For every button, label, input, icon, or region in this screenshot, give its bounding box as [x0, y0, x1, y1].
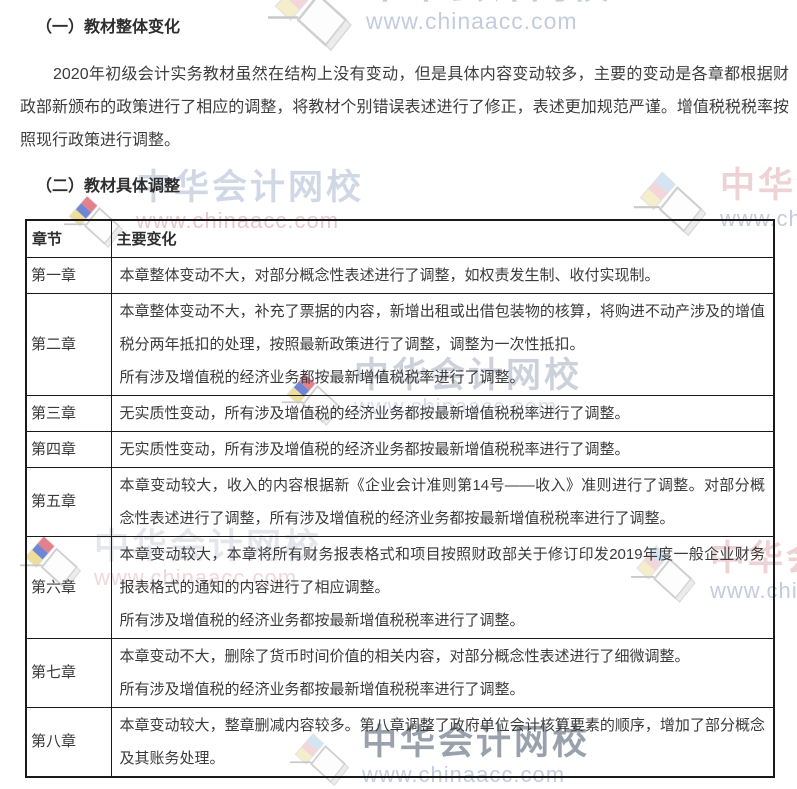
change-text: 所有涉及增值税的经济业务都按最新增值税税率进行了调整。: [119, 368, 525, 386]
chapter-cell: 第三章: [25, 394, 112, 432]
change-text: 无实质性变动，所有涉及增值税的经济业务都按最新增值税税率进行了调整。: [119, 404, 630, 422]
section2-title: （二）教材具体调整: [36, 178, 181, 195]
chapter-cell: 第七章: [25, 637, 112, 708]
table-header-row: 章节 主要变化: [25, 219, 775, 258]
document-page: { "colors": { "text": "#3b3b3b", "table_…: [0, 0, 797, 787]
intro-paragraph: 2020年初级会计实务教材虽然在结构上没有变动，但是具体内容变动较多，主要的变动…: [20, 66, 789, 149]
chapter-cell: 第五章: [25, 466, 112, 537]
changes-cell: 本章整体变动不大，对部分概念性表述进行了调整，如权责发生制、收付实现制。: [110, 256, 775, 294]
changes-cell: 本章整体变动不大，补充了票据的内容，新增出租或出借包装物的核算，将购进不动产涉及…: [110, 292, 775, 396]
chapter-changes-table: 章节 主要变化 第一章 本章整体变动不大，对部分概念性表述进行了调整，如权责发生…: [25, 219, 775, 778]
chapter-cell: 第一章: [25, 256, 112, 294]
table-row: 第三章 无实质性变动，所有涉及增值税的经济业务都按最新增值税税率进行了调整。: [25, 394, 775, 432]
changes-cell: 本章变动不大，删除了货币时间价值的相关内容，对部分概念性表述进行了细微调整。 所…: [110, 637, 775, 708]
chapter-cell: 第四章: [25, 430, 112, 468]
header-changes: 主要变化: [110, 219, 775, 258]
change-text: 所有涉及增值税的经济业务都按最新增值税税率进行了调整。: [119, 680, 525, 698]
chapter-cell: 第八章: [25, 706, 112, 777]
table-row: 第六章 本章变动较大，本章将所有财务报表格式和项目按照财政部关于修订印发2019…: [25, 535, 775, 639]
changes-cell: 本章变动较大，整章删减内容较多。第八章调整了政府单位会计核算要素的顺序，增加了部…: [110, 706, 775, 777]
section1-title: （一）教材整体变化: [36, 19, 181, 36]
changes-cell: 本章变动较大，本章将所有财务报表格式和项目按照财政部关于修订印发2019年度一般…: [110, 535, 775, 639]
change-text: 本章变动较大，收入的内容根据新《企业会计准则第14号——收入》准则进行了调整。对…: [119, 476, 766, 527]
document-content: （一）教材整体变化 2020年初级会计实务教材虽然在结构上没有变动，但是具体内容…: [0, 0, 797, 778]
table-row: 第七章 本章变动不大，删除了货币时间价值的相关内容，对部分概念性表述进行了细微调…: [25, 637, 775, 708]
changes-cell: 无实质性变动，所有涉及增值税的经济业务都按最新增值税税率进行了调整。: [110, 430, 775, 468]
changes-cell: 无实质性变动，所有涉及增值税的经济业务都按最新增值税税率进行了调整。: [110, 394, 775, 432]
change-text: 本章变动较大，整章删减内容较多。第八章调整了政府单位会计核算要素的顺序，增加了部…: [119, 716, 766, 767]
table-row: 第四章 无实质性变动，所有涉及增值税的经济业务都按最新增值税税率进行了调整。: [25, 430, 775, 468]
chapter-cell: 第六章: [25, 535, 112, 639]
table-row: 第八章 本章变动较大，整章删减内容较多。第八章调整了政府单位会计核算要素的顺序，…: [25, 706, 775, 777]
change-text: 无实质性变动，所有涉及增值税的经济业务都按最新增值税税率进行了调整。: [119, 440, 630, 458]
changes-cell: 本章变动较大，收入的内容根据新《企业会计准则第14号——收入》准则进行了调整。对…: [110, 466, 775, 537]
table-row: 第一章 本章整体变动不大，对部分概念性表述进行了调整，如权责发生制、收付实现制。: [25, 256, 775, 294]
table-row: 第五章 本章变动较大，收入的内容根据新《企业会计准则第14号——收入》准则进行了…: [25, 466, 775, 537]
header-chapter: 章节: [25, 219, 112, 258]
change-text: 本章整体变动不大，补充了票据的内容，新增出租或出借包装物的核算，将购进不动产涉及…: [119, 302, 766, 353]
change-text: 本章整体变动不大，对部分概念性表述进行了调整，如权责发生制、收付实现制。: [119, 266, 660, 284]
change-text: 所有涉及增值税的经济业务都按最新增值税税率进行了调整。: [119, 611, 525, 629]
chapter-cell: 第二章: [25, 292, 112, 396]
change-text: 本章变动较大，本章将所有财务报表格式和项目按照财政部关于修订印发2019年度一般…: [119, 545, 766, 596]
change-text: 本章变动不大，删除了货币时间价值的相关内容，对部分概念性表述进行了细微调整。: [119, 647, 690, 665]
table-row: 第二章 本章整体变动不大，补充了票据的内容，新增出租或出借包装物的核算，将购进不…: [25, 292, 775, 396]
